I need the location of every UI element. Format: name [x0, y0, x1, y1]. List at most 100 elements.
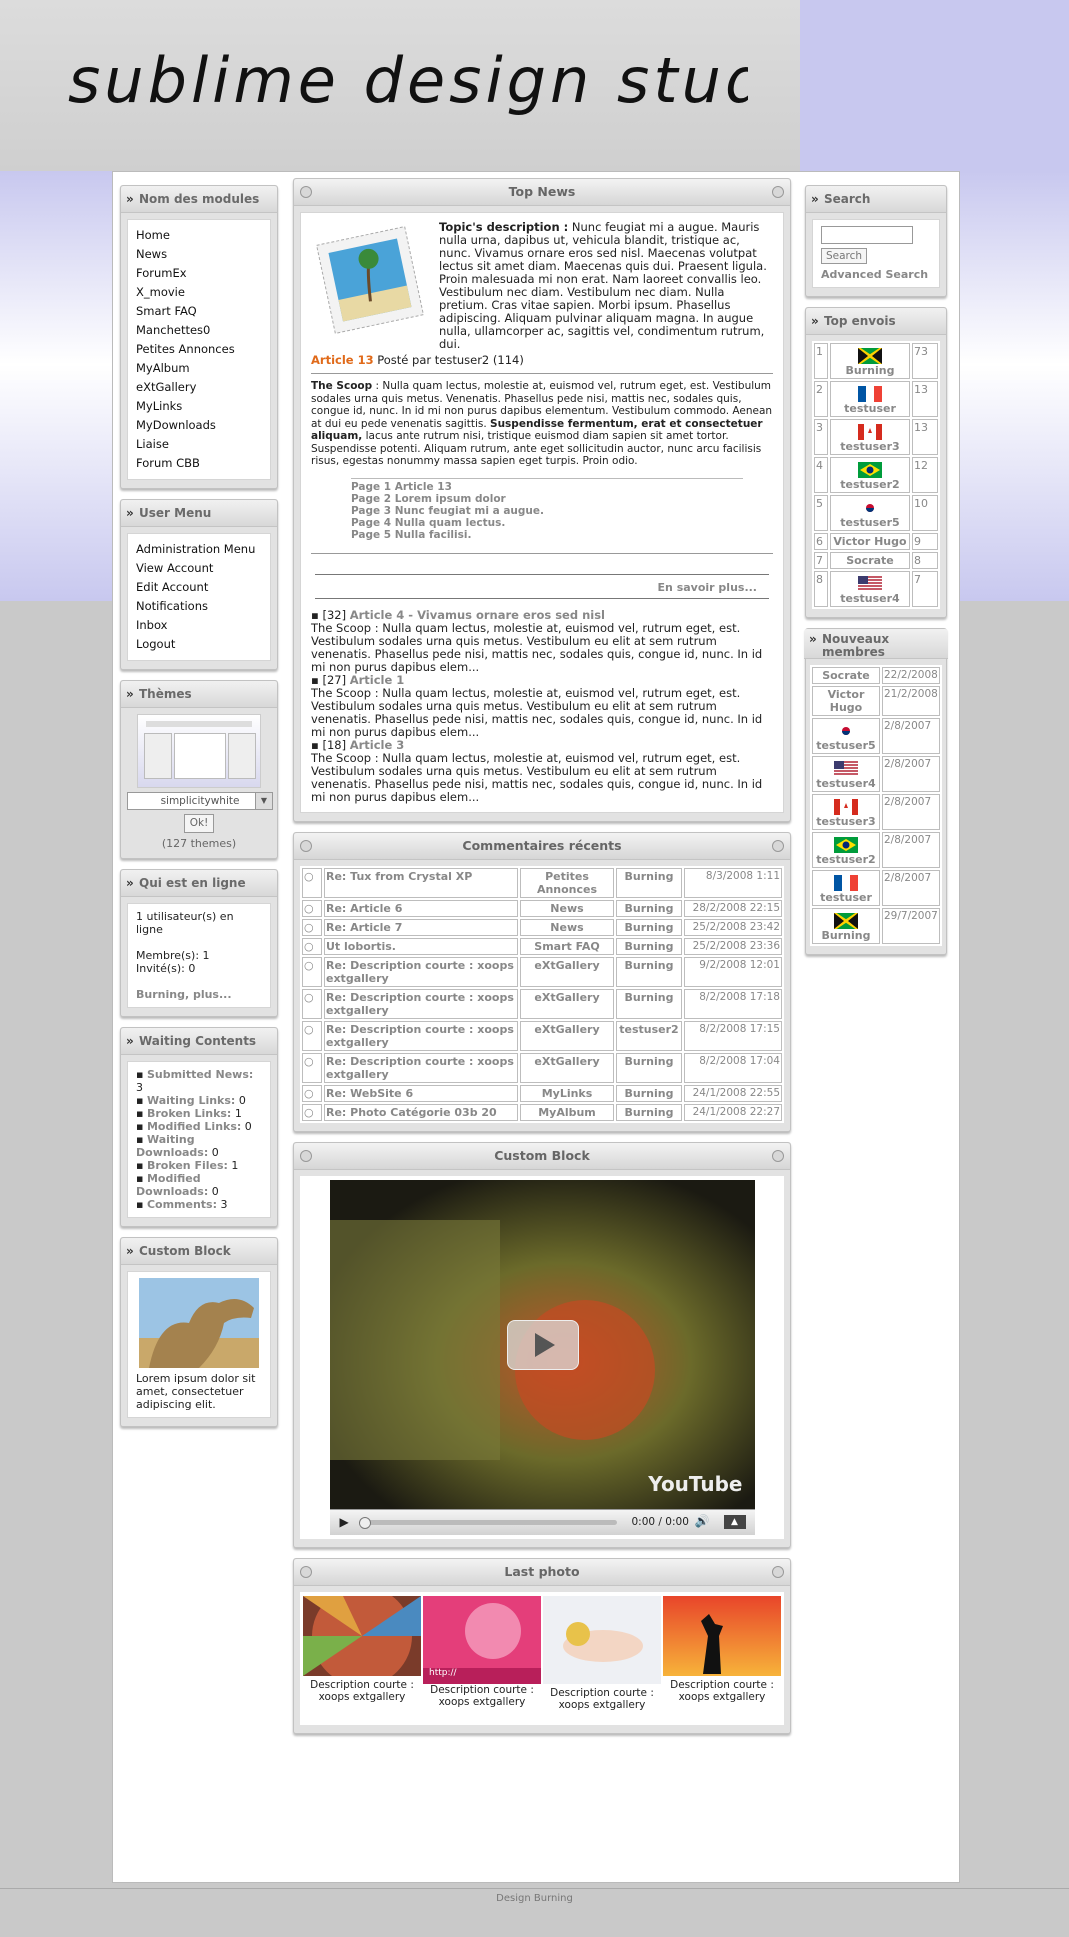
- fullscreen-icon[interactable]: ▲: [723, 1514, 746, 1529]
- waiting-label[interactable]: Waiting Downloads:: [136, 1133, 208, 1159]
- member[interactable]: Burning: [812, 908, 880, 944]
- search-button[interactable]: Search: [821, 248, 868, 264]
- member-name[interactable]: testuser5: [814, 739, 878, 752]
- module-link[interactable]: Home: [136, 226, 262, 245]
- comment-module[interactable]: News: [520, 918, 614, 936]
- comment-title[interactable]: Re: Tux from Crystal XP: [324, 867, 518, 898]
- page-link[interactable]: Page 3 Nunc feugiat mi a augue.: [351, 505, 743, 517]
- page-link[interactable]: Page 2 Lorem ipsum dolor: [351, 493, 743, 505]
- waiting-label[interactable]: Modified Downloads:: [136, 1172, 208, 1198]
- comment-user[interactable]: Burning: [616, 937, 682, 955]
- comment-user[interactable]: Burning: [616, 1084, 682, 1102]
- page-link[interactable]: Page 5 Nulla facilisi.: [351, 529, 743, 541]
- member-name[interactable]: testuser: [814, 891, 878, 904]
- user-menu-link[interactable]: Edit Account: [136, 578, 262, 597]
- comment-title[interactable]: Re: Article 6: [324, 899, 518, 917]
- site-logo[interactable]: sublime design studios: [68, 38, 748, 128]
- member[interactable]: Socrate: [812, 667, 880, 684]
- comment-title[interactable]: Re: Photo Catégorie 03b 20: [324, 1103, 518, 1121]
- sender[interactable]: testuser5: [830, 495, 910, 531]
- module-link[interactable]: Smart FAQ: [136, 302, 262, 321]
- comment-title[interactable]: Re: Description courte : xoops extgaller…: [324, 956, 518, 987]
- sender-name[interactable]: testuser: [832, 402, 908, 415]
- sender[interactable]: Burning: [830, 343, 910, 379]
- comment-module[interactable]: eXtGallery: [520, 988, 614, 1019]
- comment-module[interactable]: MyLinks: [520, 1084, 614, 1102]
- sender[interactable]: testuser4: [830, 571, 910, 607]
- sender-name[interactable]: Victor Hugo: [832, 535, 908, 548]
- news-link[interactable]: Article 1: [350, 673, 405, 687]
- module-link[interactable]: ForumEx: [136, 264, 262, 283]
- comment-user[interactable]: Burning: [616, 918, 682, 936]
- photo-item[interactable]: Description courte : xoops extgallery: [542, 1595, 662, 1711]
- comment-module[interactable]: eXtGallery: [520, 1052, 614, 1083]
- member[interactable]: testuser5: [812, 718, 880, 754]
- news-link[interactable]: Article 3: [350, 738, 405, 752]
- member[interactable]: testuser4: [812, 756, 880, 792]
- advanced-search-link[interactable]: Advanced Search: [821, 268, 931, 281]
- sender-name[interactable]: Burning: [832, 364, 908, 377]
- play-button[interactable]: [506, 1319, 579, 1370]
- comment-module[interactable]: MyAlbum: [520, 1103, 614, 1121]
- youtube-logo[interactable]: YouTube: [648, 1472, 742, 1496]
- sender-name[interactable]: testuser2: [832, 478, 908, 491]
- seek-bar[interactable]: [358, 1516, 617, 1529]
- user-menu-link[interactable]: Inbox: [136, 616, 262, 635]
- search-input[interactable]: [821, 226, 913, 244]
- sender-name[interactable]: testuser5: [832, 516, 908, 529]
- news-link[interactable]: Article 4 - Vivamus ornare eros sed nisl: [350, 608, 605, 622]
- volume-icon[interactable]: 🔊: [695, 1514, 710, 1528]
- user-menu-link[interactable]: Administration Menu: [136, 540, 262, 559]
- comment-user[interactable]: Burning: [616, 867, 682, 898]
- comment-title[interactable]: Re: Description courte : xoops extgaller…: [324, 1052, 518, 1083]
- waiting-label[interactable]: Broken Links:: [147, 1107, 231, 1120]
- comment-title[interactable]: Re: Article 7: [324, 918, 518, 936]
- waiting-label[interactable]: Comments:: [147, 1198, 217, 1211]
- module-link[interactable]: Petites Annonces: [136, 340, 262, 359]
- play-control-icon[interactable]: ▶: [340, 1515, 349, 1529]
- member-name[interactable]: Burning: [814, 929, 878, 942]
- waiting-label[interactable]: Submitted News:: [147, 1068, 253, 1081]
- module-link[interactable]: X_movie: [136, 283, 262, 302]
- online-more-link[interactable]: Burning, plus...: [136, 988, 262, 1001]
- article-link[interactable]: Article 13: [311, 353, 374, 367]
- waiting-label[interactable]: Waiting Links:: [147, 1094, 235, 1107]
- comment-user[interactable]: Burning: [616, 988, 682, 1019]
- comment-user[interactable]: Burning: [616, 1103, 682, 1121]
- module-link[interactable]: Liaise: [136, 435, 262, 454]
- comment-title[interactable]: Re: Description courte : xoops extgaller…: [324, 1020, 518, 1051]
- comment-module[interactable]: News: [520, 899, 614, 917]
- member[interactable]: testuser2: [812, 832, 880, 868]
- comment-module[interactable]: Smart FAQ: [520, 937, 614, 955]
- module-link[interactable]: News: [136, 245, 262, 264]
- comment-user[interactable]: Burning: [616, 956, 682, 987]
- sender-name[interactable]: Socrate: [832, 554, 908, 567]
- photo-item[interactable]: Description courte : xoops extgallery: [302, 1585, 422, 1711]
- comment-module[interactable]: eXtGallery: [520, 1020, 614, 1051]
- module-link[interactable]: MyDownloads: [136, 416, 262, 435]
- sender[interactable]: testuser: [830, 381, 910, 417]
- comment-module[interactable]: eXtGallery: [520, 956, 614, 987]
- member-name[interactable]: Socrate: [814, 669, 878, 682]
- sender[interactable]: testuser3: [830, 419, 910, 455]
- comment-title[interactable]: Re: Description courte : xoops extgaller…: [324, 988, 518, 1019]
- member[interactable]: testuser3: [812, 794, 880, 830]
- sender-name[interactable]: testuser4: [832, 592, 908, 605]
- user-menu-link[interactable]: Logout: [136, 635, 262, 654]
- module-link[interactable]: MyAlbum: [136, 359, 262, 378]
- user-menu-link[interactable]: View Account: [136, 559, 262, 578]
- photo-item[interactable]: http:// Description courte : xoops extga…: [422, 1595, 542, 1711]
- photo-item[interactable]: Description courte : xoops extgallery: [662, 1595, 782, 1711]
- theme-select[interactable]: simplicitywhite ▼: [127, 792, 273, 810]
- page-link[interactable]: Page 1 Article 13: [351, 481, 743, 493]
- page-link[interactable]: Page 4 Nulla quam lectus.: [351, 517, 743, 529]
- member-name[interactable]: testuser4: [814, 777, 878, 790]
- user-menu-link[interactable]: Notifications: [136, 597, 262, 616]
- comment-user[interactable]: testuser2: [616, 1020, 682, 1051]
- sender[interactable]: testuser2: [830, 457, 910, 493]
- comment-user[interactable]: Burning: [616, 899, 682, 917]
- sender-name[interactable]: testuser3: [832, 440, 908, 453]
- sender[interactable]: Victor Hugo: [830, 533, 910, 550]
- member-name[interactable]: testuser2: [814, 853, 878, 866]
- member-name[interactable]: testuser3: [814, 815, 878, 828]
